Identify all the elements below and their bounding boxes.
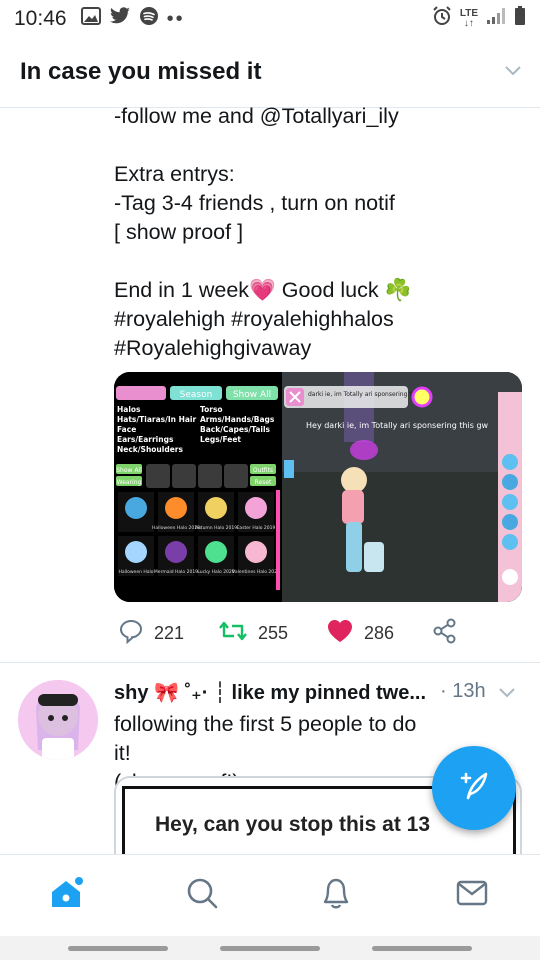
item-label: Halloween Halo 2019 — [152, 525, 200, 531]
like-button[interactable]: 286 — [326, 616, 394, 650]
avatar-image — [18, 680, 98, 760]
more-dots-icon: •• — [166, 7, 185, 30]
compose-quill-icon — [454, 766, 494, 811]
tweet-line: [ show proof ] — [114, 220, 244, 244]
btn-outfits: Outfits — [253, 467, 273, 474]
category-neck: Neck/Shoulders — [117, 445, 183, 454]
tweet-line: End in 1 week💗 Good luck ☘️ — [114, 278, 412, 302]
btn-reset: Reset — [255, 479, 272, 486]
alarm-icon — [432, 6, 452, 32]
notifications-icon — [319, 875, 353, 916]
tab-show-all: Show All — [233, 390, 271, 400]
status-time: 10:46 — [14, 7, 67, 30]
item-label: Easter Halo 2019 — [237, 525, 276, 531]
category-hats: Hats/Tiaras/In Hair — [117, 415, 196, 424]
tweet-media-image[interactable]: Season Show All Halos Hats/Tiaras/In Hai… — [114, 372, 522, 602]
status-bar: 10:46 •• LTE ↓↑ — [0, 0, 540, 38]
item-label: Autumn Halo 2019 — [195, 525, 237, 531]
search-icon — [185, 876, 219, 915]
tweet-actions: 221 255 286 — [114, 616, 524, 650]
section-title: In case you missed it — [20, 58, 262, 85]
reply-count: 221 — [154, 622, 185, 643]
category-back: Back/Capes/Tails — [200, 425, 271, 434]
nav-notifications[interactable] — [316, 875, 356, 915]
category-legs: Legs/Feet — [200, 435, 241, 444]
game-screenshot: Season Show All Halos Hats/Tiaras/In Hai… — [114, 372, 522, 602]
retweet-count: 255 — [258, 622, 289, 643]
item-label: Mermaid Halo 2019 — [154, 569, 198, 575]
lte-icon: LTE ↓↑ — [459, 8, 478, 29]
tweet-line: #royalehigh #royalehighhalos — [114, 307, 394, 331]
home-icon — [46, 873, 86, 918]
retweet-button[interactable]: 255 — [218, 616, 288, 650]
category-halos: Halos — [117, 405, 141, 414]
spotify-icon — [139, 6, 159, 32]
media-caption: Hey, can you stop this at 13 — [155, 813, 431, 836]
twitter-icon — [109, 7, 131, 31]
tweet-time: · 13h — [440, 680, 486, 702]
tweet-line: -Tag 3-4 friends , turn on notif — [114, 191, 395, 215]
tweet-text: -follow me and @Totallyari_ily ​ Extra e… — [114, 102, 524, 363]
timeline-section-header: In case you missed it — [0, 38, 540, 108]
system-back-gesture[interactable] — [68, 946, 168, 951]
heart-icon — [326, 618, 354, 649]
category-ears: Ears/Earrings — [117, 435, 174, 444]
chat-text-line: Hey darki ie, im Totally ari sponsering … — [306, 421, 489, 430]
category-face: Face — [117, 425, 136, 434]
chevron-down-icon[interactable] — [504, 64, 522, 82]
share-icon — [432, 618, 458, 649]
item-label: Valentines Halo 2020 — [232, 569, 280, 575]
reply-button[interactable]: 221 — [118, 616, 184, 650]
item-label: Halloween Halo — [118, 569, 153, 575]
tweet-line: following the first 5 people to do it! — [114, 712, 417, 765]
category-torso: Torso — [200, 405, 223, 414]
gallery-icon — [80, 7, 101, 31]
avatar[interactable] — [18, 680, 98, 760]
signal-icon — [486, 7, 506, 31]
system-home-gesture[interactable] — [220, 946, 320, 951]
bottom-navigation — [0, 854, 540, 937]
tweet-divider — [0, 662, 540, 663]
tweet-line: ​ — [114, 131, 524, 160]
battery-icon — [514, 6, 526, 32]
item-label: Lucky Halo 2020 — [197, 569, 234, 575]
share-button[interactable] — [432, 616, 458, 650]
reply-icon — [118, 618, 144, 649]
messages-icon — [455, 878, 489, 913]
chevron-down-icon[interactable] — [498, 682, 516, 705]
nav-messages[interactable] — [452, 875, 492, 915]
tweet2-header: shy 🎀 ˚₊· ┆ like my pinned twe... · 13h — [114, 680, 524, 705]
author-name[interactable]: shy 🎀 ˚₊· ┆ like my pinned twe... — [114, 682, 426, 704]
category-arms: Arms/Hands/Bags — [200, 415, 275, 424]
retweet-icon — [218, 618, 248, 649]
system-recents-gesture[interactable] — [372, 946, 472, 951]
compose-tweet-button[interactable] — [432, 746, 516, 830]
tweet-line: #Royalehighgivaway — [114, 336, 312, 360]
btn-wearing: Wearing — [117, 479, 142, 486]
tweet-line: Extra entrys: — [114, 162, 235, 186]
nav-home[interactable] — [46, 875, 86, 915]
tweet-line: -follow me and @Totallyari_ily — [114, 104, 399, 128]
tweet-line: ​ — [114, 247, 524, 276]
nav-search[interactable] — [182, 875, 222, 915]
system-navigation-bar — [0, 936, 540, 960]
tab-season: Season — [180, 390, 213, 400]
btn-show-all: Show All — [116, 467, 142, 474]
like-count: 286 — [364, 622, 395, 643]
